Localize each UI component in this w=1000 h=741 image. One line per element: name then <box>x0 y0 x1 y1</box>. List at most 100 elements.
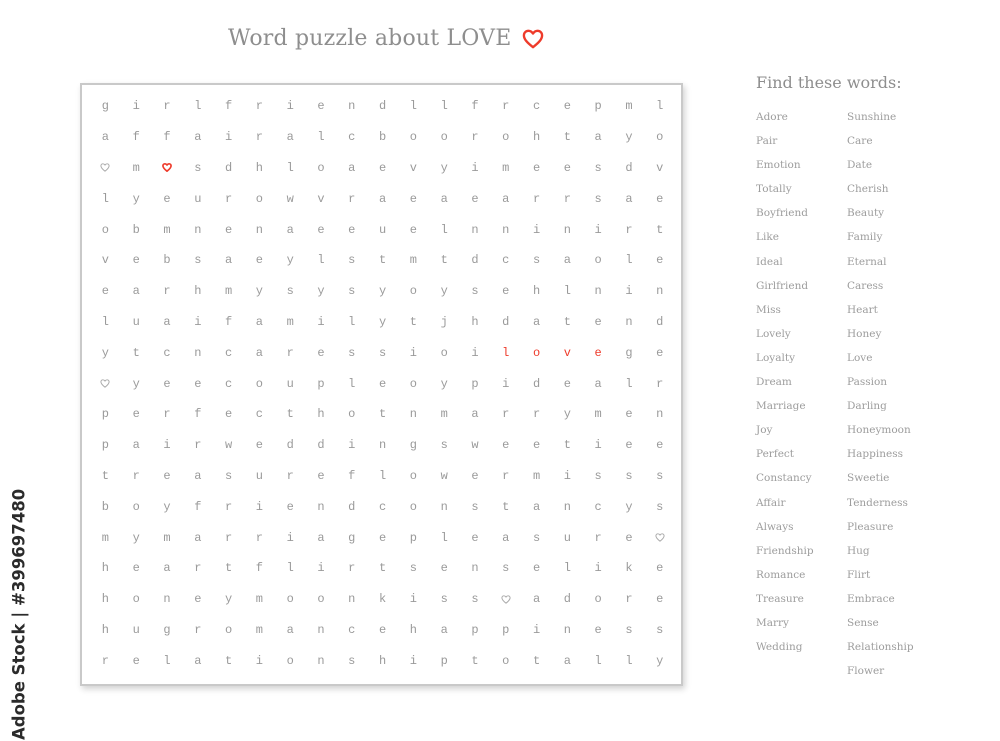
grid-cell[interactable]: e <box>121 399 152 430</box>
grid-cell[interactable]: e <box>306 337 337 368</box>
grid-cell[interactable]: h <box>521 122 552 153</box>
grid-cell[interactable]: y <box>306 276 337 307</box>
grid-cell[interactable]: i <box>460 153 491 184</box>
grid-cell[interactable]: a <box>182 461 213 492</box>
grid-cell[interactable]: i <box>182 307 213 338</box>
grid-cell[interactable]: t <box>213 645 244 676</box>
grid-cell[interactable]: a <box>275 615 306 646</box>
grid-cell[interactable]: s <box>614 615 645 646</box>
grid-cell[interactable]: r <box>490 91 521 122</box>
grid-cell[interactable]: n <box>614 307 645 338</box>
grid-cell[interactable]: s <box>336 337 367 368</box>
grid-cell[interactable]: y <box>614 491 645 522</box>
grid-cell[interactable]: a <box>121 430 152 461</box>
grid-cell[interactable]: c <box>521 91 552 122</box>
grid-cell[interactable]: l <box>644 91 675 122</box>
grid-cell[interactable]: y <box>213 584 244 615</box>
grid-cell[interactable]: l <box>583 645 614 676</box>
grid-cell[interactable]: i <box>583 553 614 584</box>
grid-cell[interactable]: a <box>182 645 213 676</box>
grid-cell[interactable]: v <box>398 153 429 184</box>
grid-cell[interactable]: a <box>521 584 552 615</box>
grid-cell[interactable]: r <box>275 337 306 368</box>
grid-cell[interactable]: o <box>583 584 614 615</box>
grid-cell[interactable]: o <box>398 491 429 522</box>
grid-cell[interactable]: d <box>275 430 306 461</box>
grid-cell[interactable]: e <box>583 615 614 646</box>
grid-cell[interactable]: o <box>244 368 275 399</box>
grid-cell[interactable]: o <box>275 645 306 676</box>
grid-cell[interactable]: y <box>614 122 645 153</box>
grid-cell[interactable]: m <box>244 584 275 615</box>
grid-cell[interactable]: e <box>552 153 583 184</box>
grid-cell[interactable]: y <box>644 645 675 676</box>
grid-cell[interactable]: s <box>336 276 367 307</box>
grid-cell[interactable]: o <box>306 153 337 184</box>
grid-cell[interactable]: e <box>367 368 398 399</box>
grid-cell[interactable]: t <box>552 307 583 338</box>
grid-cell[interactable]: i <box>583 430 614 461</box>
grid-cell[interactable]: a <box>460 399 491 430</box>
grid-cell[interactable]: e <box>152 183 183 214</box>
grid-cell[interactable]: i <box>398 584 429 615</box>
grid-cell[interactable]: f <box>152 122 183 153</box>
grid-cell[interactable]: a <box>583 368 614 399</box>
grid-cell[interactable]: a <box>244 337 275 368</box>
grid-cell[interactable]: h <box>398 615 429 646</box>
grid-cell[interactable]: w <box>429 461 460 492</box>
grid-cell[interactable]: c <box>244 399 275 430</box>
grid-cell[interactable]: a <box>182 122 213 153</box>
grid-cell[interactable]: f <box>182 491 213 522</box>
grid-cell[interactable]: e <box>152 368 183 399</box>
grid-cell[interactable]: u <box>244 461 275 492</box>
grid-cell[interactable]: r <box>182 430 213 461</box>
grid-cell[interactable]: r <box>182 615 213 646</box>
grid-cell[interactable]: s <box>182 245 213 276</box>
grid-cell[interactable]: i <box>306 553 337 584</box>
grid-cell[interactable]: p <box>306 368 337 399</box>
grid-cell[interactable]: e <box>583 337 614 368</box>
grid-cell[interactable]: p <box>490 615 521 646</box>
grid-cell[interactable]: a <box>521 307 552 338</box>
grid-cell[interactable]: l <box>490 337 521 368</box>
grid-cell[interactable]: s <box>460 584 491 615</box>
grid-cell[interactable]: e <box>90 276 121 307</box>
grid-cell[interactable]: p <box>460 615 491 646</box>
grid-cell[interactable]: i <box>552 461 583 492</box>
grid-cell[interactable]: a <box>521 491 552 522</box>
grid-cell[interactable]: w <box>275 183 306 214</box>
grid-cell[interactable]: d <box>367 91 398 122</box>
grid-cell[interactable]: t <box>552 430 583 461</box>
grid-cell[interactable]: i <box>306 307 337 338</box>
grid-cell[interactable]: e <box>614 399 645 430</box>
grid-cell[interactable]: c <box>213 368 244 399</box>
grid-cell[interactable]: r <box>552 183 583 214</box>
grid-cell[interactable]: l <box>367 461 398 492</box>
grid-cell[interactable]: m <box>152 522 183 553</box>
grid-cell[interactable]: y <box>367 307 398 338</box>
grid-cell[interactable]: i <box>521 214 552 245</box>
grid-cell[interactable]: t <box>460 645 491 676</box>
grid-cell[interactable]: e <box>182 584 213 615</box>
grid-cell[interactable]: e <box>521 553 552 584</box>
grid-cell[interactable]: d <box>490 307 521 338</box>
grid-cell[interactable]: m <box>275 307 306 338</box>
grid-cell[interactable]: e <box>644 337 675 368</box>
grid-cell[interactable]: e <box>306 214 337 245</box>
grid-cell[interactable]: e <box>552 91 583 122</box>
grid-cell[interactable]: e <box>367 153 398 184</box>
grid-cell[interactable]: h <box>90 553 121 584</box>
grid-cell[interactable]: g <box>90 91 121 122</box>
grid-cell[interactable]: e <box>460 183 491 214</box>
grid-cell[interactable]: n <box>306 491 337 522</box>
grid-cell[interactable]: o <box>121 491 152 522</box>
grid-cell[interactable]: d <box>306 430 337 461</box>
grid-cell[interactable]: s <box>583 153 614 184</box>
grid-cell[interactable]: n <box>306 645 337 676</box>
grid-cell[interactable]: e <box>367 522 398 553</box>
grid-cell[interactable]: a <box>614 183 645 214</box>
grid-cell[interactable]: n <box>460 214 491 245</box>
grid-cell[interactable]: t <box>429 245 460 276</box>
grid-cell[interactable]: e <box>213 214 244 245</box>
grid-cell[interactable]: l <box>275 553 306 584</box>
